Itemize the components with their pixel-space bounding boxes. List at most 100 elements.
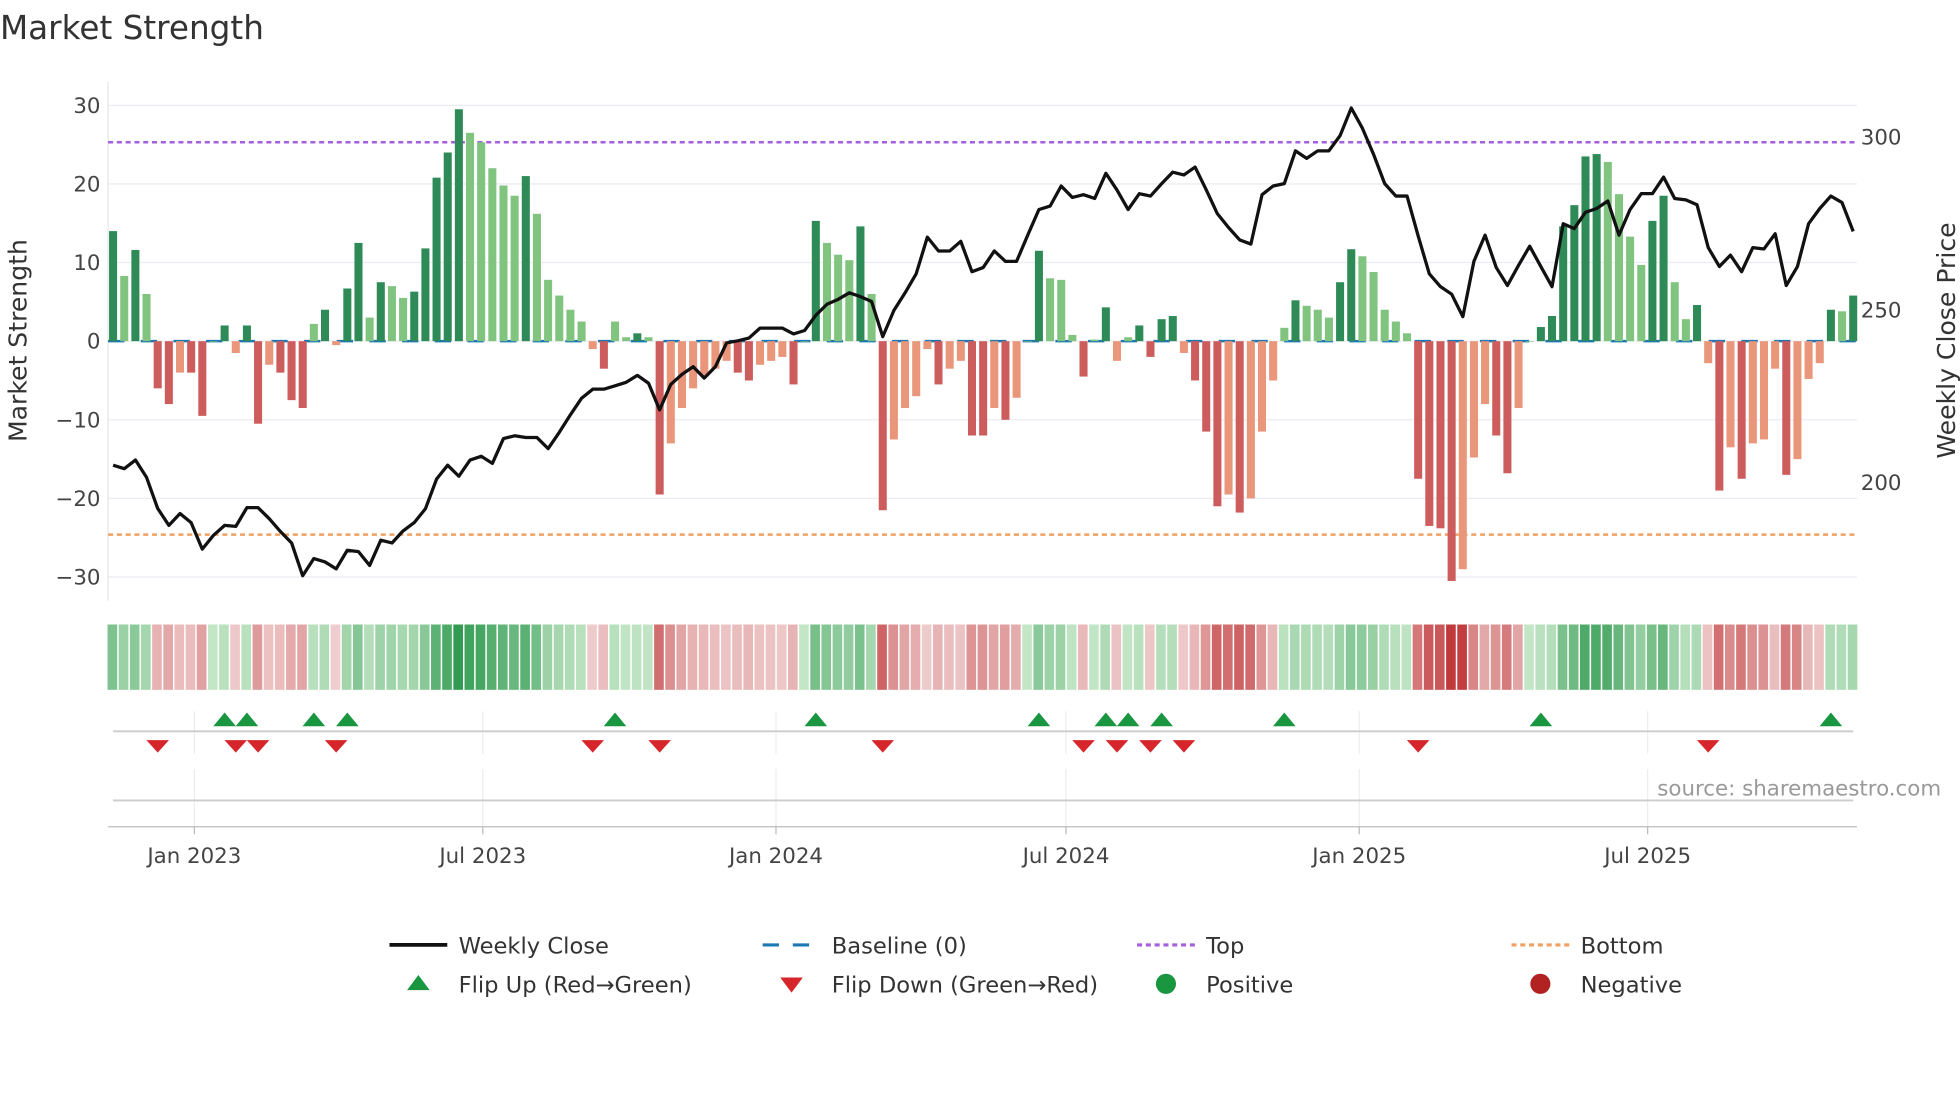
strip-cell (1691, 624, 1702, 690)
strength-bar (521, 176, 530, 342)
strip-cell (1468, 624, 1479, 690)
strength-bar (1804, 341, 1813, 379)
strength-bar (343, 288, 352, 342)
strip-cell (899, 624, 910, 690)
strip-cell (297, 624, 307, 690)
strength-bar (309, 323, 318, 342)
source-credit: source: sharemaestro.com (1657, 776, 1941, 801)
strength-bar (1503, 341, 1512, 474)
flip-up-marker (603, 712, 627, 727)
strip-cell (1791, 624, 1802, 690)
strength-bar (1670, 282, 1679, 342)
strip-cell (1713, 624, 1724, 690)
strip-cell (1412, 624, 1423, 690)
x-axis: Jan 2023 Jul 2023 Jan 2024 Jul 2024 Jan 2025… (108, 826, 1857, 869)
strength-bar (365, 317, 374, 342)
strip-cell (341, 624, 352, 690)
strength-bar (611, 321, 620, 342)
y2-tick-label: 300 (1861, 126, 1902, 151)
strength-bar (544, 279, 553, 342)
strength-bar (956, 341, 965, 361)
strip-cell (687, 624, 698, 690)
strip-cell (330, 624, 341, 690)
strip-cell (654, 624, 664, 690)
flip-up-marker (1094, 712, 1118, 727)
strip-cell (1825, 624, 1836, 690)
strength-bar (1737, 341, 1746, 479)
strip-cell (732, 624, 742, 690)
strip-cell (397, 624, 408, 690)
strip-cell (698, 624, 709, 690)
strip-cell (207, 624, 218, 690)
negative-dot-icon (1530, 973, 1551, 994)
strip-cell (486, 624, 497, 690)
strip-cell (1513, 624, 1523, 690)
strength-bar (733, 341, 742, 373)
strength-bar (1347, 249, 1356, 342)
strip-cell (1301, 624, 1311, 690)
flip-up-marker (302, 712, 326, 727)
strength-bar (1291, 300, 1300, 342)
strip-cell (1122, 624, 1133, 690)
strip-cell (1434, 624, 1445, 690)
strength-bar (1748, 341, 1757, 444)
strength-bar (1826, 309, 1835, 342)
strip-cell (1814, 624, 1824, 690)
strip-cell (1847, 624, 1858, 690)
strength-bar (1191, 341, 1200, 381)
flip-up-marker (336, 712, 359, 727)
y-tick-label: −30 (55, 566, 100, 591)
strip-cell (319, 624, 330, 690)
strip-cell (888, 624, 899, 690)
strip-cell (1066, 624, 1077, 690)
strength-bar (945, 341, 954, 369)
strip-cell (1022, 624, 1032, 690)
y-tick-label: −20 (55, 487, 100, 512)
strip-cell (754, 624, 765, 690)
strip-cell (1345, 624, 1356, 690)
strip-cell (609, 624, 620, 690)
strength-bar (1715, 341, 1724, 491)
flip-up-marker (213, 712, 236, 727)
strip-cell (1646, 624, 1657, 690)
strip-cell (966, 624, 977, 690)
y-tick-label: 10 (73, 251, 100, 276)
strip-cell (542, 624, 553, 690)
legend-label: Bottom (1581, 934, 1664, 960)
strip-cell (921, 624, 932, 690)
strip-cell (587, 624, 597, 690)
strength-bar (454, 109, 463, 342)
strength-bar (1391, 321, 1400, 342)
strip-cell (598, 624, 609, 690)
strip-cell (1524, 624, 1534, 690)
strength-bar (1269, 341, 1278, 381)
strip-cell (1133, 624, 1144, 690)
strength-bar (1068, 334, 1077, 342)
strength-bar (923, 341, 932, 350)
strip-cell (375, 624, 385, 690)
strength-bar (1838, 311, 1847, 342)
strip-cell (709, 624, 720, 690)
strength-bar (287, 341, 296, 401)
strip-cell (776, 624, 787, 690)
strength-bar (555, 295, 564, 342)
strength-bar (566, 309, 575, 342)
strip-cell (531, 624, 542, 690)
strength-bar (242, 325, 251, 342)
strip-cell (988, 624, 999, 690)
strip-cell (977, 624, 988, 690)
strength-bar (1380, 309, 1389, 342)
y2-axis-ticks: 300 250 200 (1861, 126, 1902, 496)
strip-cell (799, 624, 809, 690)
strength-bar (622, 337, 631, 342)
strength-bar (1124, 337, 1133, 342)
strength-bar (1581, 156, 1590, 342)
strip-cell (453, 624, 463, 690)
y-tick-label: 30 (73, 94, 100, 119)
strength-bar (1324, 317, 1333, 342)
strip-cell (152, 624, 162, 690)
strength-bar (1525, 341, 1534, 342)
flip-down-marker (246, 740, 270, 753)
flip-up-marker (804, 712, 828, 727)
strip-cell (1535, 624, 1545, 690)
